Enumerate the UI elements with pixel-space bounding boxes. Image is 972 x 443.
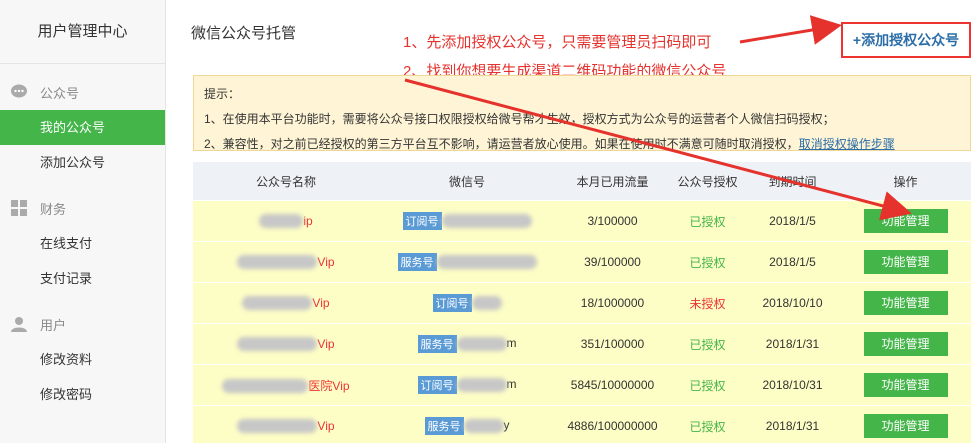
col-header-action: 操作 <box>893 174 918 189</box>
user-icon <box>10 315 28 333</box>
wechat-id: 订阅号 <box>379 212 555 230</box>
account-type-badge: 订阅号 <box>432 294 472 312</box>
table-row: Vip 服务号 y 4886/100000000 已授权 2018/1/31 功能… <box>193 405 971 443</box>
function-manage-button[interactable]: 功能管理 <box>863 414 948 438</box>
expire-date: 2018/10/31 <box>762 378 823 392</box>
wechat-id: 服务号 m <box>379 335 555 353</box>
sidebar-item-my-accounts[interactable]: 我的公众号 <box>0 110 165 145</box>
account-type-badge: 服务号 <box>397 253 437 271</box>
account-type-badge: 订阅号 <box>402 212 442 230</box>
auth-status: 未授权 <box>689 296 726 311</box>
sidebar-title: 用户管理中心 <box>0 0 165 64</box>
function-manage-button[interactable]: 功能管理 <box>863 332 948 356</box>
revoke-steps-link[interactable]: 取消授权操作步骤 <box>799 137 895 151</box>
col-header-wechat-id: 微信号 <box>448 174 485 189</box>
function-manage-button[interactable]: 功能管理 <box>863 373 948 397</box>
page-title: 微信公众号托管 <box>191 25 297 42</box>
expire-date: 2018/1/5 <box>769 255 816 269</box>
account-name: Vip <box>193 255 379 270</box>
sidebar-item-edit-profile[interactable]: 修改资料 <box>0 342 165 377</box>
sidebar-group-finance: 财务 <box>0 190 165 226</box>
col-header-usage: 本月已用流量 <box>576 174 649 189</box>
account-name: Vip <box>193 419 379 434</box>
table-row: Vip 服务号 39/100000 已授权 2018/1/5 功能管理 <box>193 241 971 282</box>
sidebar-item-online-pay[interactable]: 在线支付 <box>0 226 165 261</box>
sidebar-group-label: 财务 <box>40 201 67 217</box>
sidebar-group-label: 用户 <box>40 317 67 333</box>
account-type-badge: 服务号 <box>417 335 457 353</box>
sidebar-group-accounts: 公众号 <box>0 74 165 110</box>
function-manage-button[interactable]: 功能管理 <box>863 291 948 315</box>
accounts-table: 公众号名称 微信号 本月已用流量 公众号授权 到期时间 操作 ip 订阅号 3/… <box>193 162 971 443</box>
wechat-id: 订阅号 m <box>379 376 555 394</box>
function-manage-button[interactable]: 功能管理 <box>863 250 948 274</box>
account-type-badge: 订阅号 <box>417 376 457 394</box>
col-header-name: 公众号名称 <box>255 174 316 189</box>
col-header-auth: 公众号授权 <box>677 174 738 189</box>
annotation-step-1: 1、先添加授权公众号，只需要管理员扫码即可 <box>403 34 712 51</box>
sidebar: 用户管理中心 公众号 我的公众号 添加公众号 财务 在线支付 支付记录 用户 修… <box>0 0 166 443</box>
table-row: Vip 订阅号 18/1000000 未授权 2018/10/10 功能管理 <box>193 282 971 323</box>
sidebar-item-add-account[interactable]: 添加公众号 <box>0 145 165 180</box>
account-name: Vip <box>193 296 379 311</box>
usage: 5845/10000000 <box>570 378 655 392</box>
notice-line-2-text: 2、兼容性，对之前已经授权的第三方平台互不影响，请运营者放心使用。如果在使用时不… <box>204 137 799 151</box>
auth-status: 已授权 <box>689 419 726 434</box>
sidebar-item-pay-records[interactable]: 支付记录 <box>0 261 165 296</box>
table-header: 公众号名称 微信号 本月已用流量 公众号授权 到期时间 操作 <box>193 162 971 200</box>
account-name: 医院Vip <box>193 377 379 394</box>
account-type-badge: 服务号 <box>424 417 464 435</box>
notice-line-2: 2、兼容性，对之前已经授权的第三方平台互不影响，请运营者放心使用。如果在使用时不… <box>204 132 960 157</box>
wechat-id: 服务号 <box>379 253 555 271</box>
expire-date: 2018/1/5 <box>769 214 816 228</box>
auth-status: 已授权 <box>689 214 726 229</box>
chat-bubble-icon <box>10 83 28 101</box>
auth-status: 已授权 <box>689 255 726 270</box>
grid-icon <box>10 199 28 217</box>
expire-date: 2018/10/10 <box>762 296 823 310</box>
notice-line-1: 1、在使用本平台功能时，需要将公众号接口权限授权给微号帮才生效，授权方式为公众号… <box>204 112 835 126</box>
account-name: Vip <box>193 337 379 352</box>
account-name: ip <box>193 214 379 229</box>
function-manage-button[interactable]: 功能管理 <box>863 209 948 233</box>
usage: 39/100000 <box>584 255 641 269</box>
auth-status: 已授权 <box>689 378 726 393</box>
expire-date: 2018/1/31 <box>765 419 820 433</box>
usage: 4886/100000000 <box>567 419 658 433</box>
add-authorized-account-button[interactable]: +添加授权公众号 <box>841 22 971 58</box>
usage: 3/100000 <box>587 214 638 228</box>
table-row: 医院Vip 订阅号 m 5845/10000000 已授权 2018/10/31 … <box>193 364 971 405</box>
usage: 351/100000 <box>580 337 645 351</box>
notice-box: 提示： 1、在使用本平台功能时，需要将公众号接口权限授权给微号帮才生效，授权方式… <box>193 75 971 151</box>
expire-date: 2018/1/31 <box>765 337 820 351</box>
wechat-id: 服务号 y <box>379 417 555 435</box>
table-row: Vip 服务号 m 351/100000 已授权 2018/1/31 功能管理 <box>193 323 971 364</box>
auth-status: 已授权 <box>689 337 726 352</box>
table-row: ip 订阅号 3/100000 已授权 2018/1/5 功能管理 <box>193 200 971 241</box>
sidebar-group-user: 用户 <box>0 306 165 342</box>
sidebar-item-change-password[interactable]: 修改密码 <box>0 377 165 412</box>
usage: 18/1000000 <box>580 296 645 310</box>
col-header-expire: 到期时间 <box>768 174 817 189</box>
main-content: 微信公众号托管 1、先添加授权公众号，只需要管理员扫码即可 2、找到你想要生成渠… <box>167 0 972 443</box>
notice-heading: 提示： <box>204 87 241 101</box>
sidebar-group-label: 公众号 <box>40 85 80 101</box>
wechat-id: 订阅号 <box>379 294 555 312</box>
